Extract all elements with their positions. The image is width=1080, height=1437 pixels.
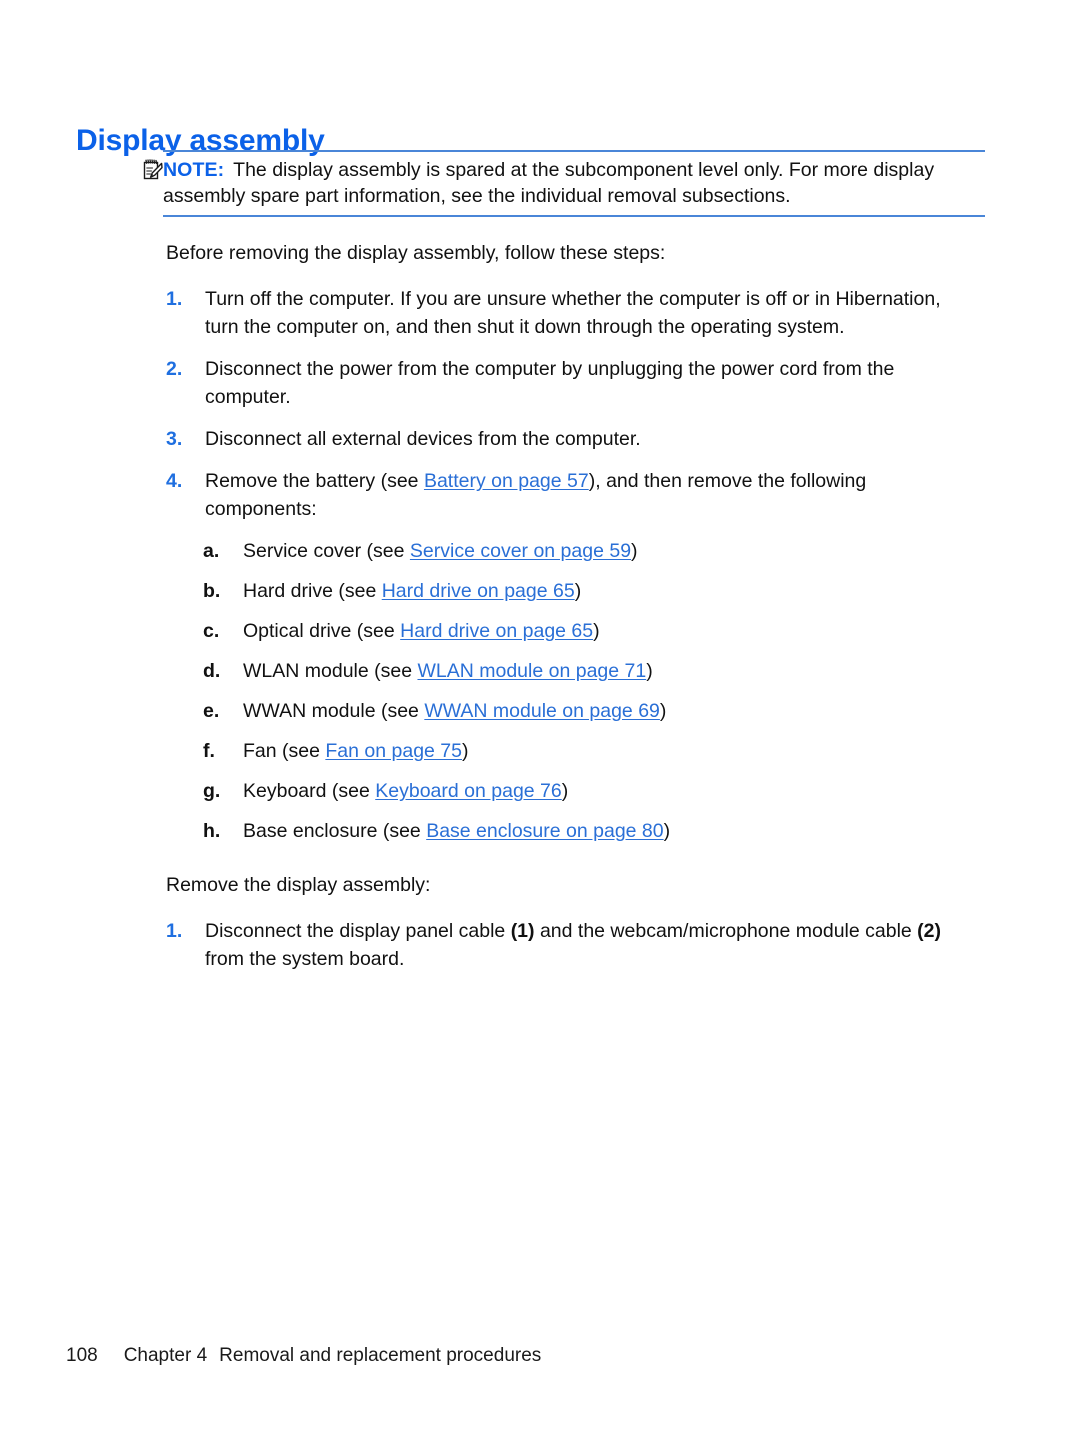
step-marker: 2.	[166, 358, 183, 380]
callout-cue-2: (2)	[917, 920, 942, 942]
component-marker: b.	[203, 580, 221, 602]
component-text-prefix: Optical drive (see	[243, 620, 401, 642]
component-marker: a.	[203, 540, 220, 562]
intro-paragraph: Before removing the display assembly, fo…	[166, 242, 666, 264]
component-text-prefix: Service cover (see	[243, 540, 410, 562]
component-text-suffix: )	[659, 700, 667, 722]
component-text-suffix: )	[631, 540, 638, 562]
link-service-cover[interactable]: Service cover on page 59	[410, 540, 631, 562]
footer-page-number: 108	[66, 1345, 98, 1366]
component-marker: c.	[203, 620, 220, 642]
list-item-component-b: b. Hard drive (see Hard drive on page 65)	[203, 577, 977, 605]
component-text-suffix: )	[593, 620, 600, 642]
note-pad-pencil-icon	[143, 159, 163, 181]
component-marker: e.	[203, 700, 220, 722]
component-text-suffix: )	[663, 820, 671, 842]
component-text-prefix: Keyboard (see	[243, 780, 376, 802]
component-text-suffix: )	[561, 780, 569, 802]
step-text: Disconnect all external devices from the…	[205, 428, 641, 450]
list-item-component-d: d. WLAN module (see WLAN module on page 7…	[203, 657, 977, 685]
list-item-step-3: 3. Disconnect all external devices from t…	[166, 425, 977, 453]
component-text-suffix: )	[574, 580, 582, 602]
link-wlan-module[interactable]: WLAN module on page 71	[417, 660, 646, 682]
step-marker: 3.	[166, 428, 183, 450]
step-marker: 4.	[166, 470, 183, 492]
note-admonition: NOTE: The display assembly is spared at t…	[143, 148, 985, 217]
component-text-prefix: Hard drive (see	[243, 580, 382, 602]
removal-text-part1: Disconnect the display panel cable	[205, 920, 511, 942]
step-marker: 1.	[166, 288, 183, 310]
link-optical-drive[interactable]: Hard drive on page 65	[400, 620, 593, 642]
link-fan[interactable]: Fan on page 75	[325, 740, 462, 762]
component-marker: d.	[203, 660, 221, 682]
component-text-suffix: )	[646, 660, 653, 682]
list-item-component-g: g. Keyboard (see Keyboard on page 76)	[203, 777, 977, 805]
step-marker: 1.	[166, 920, 183, 942]
removal-steps-list: 1. Disconnect the display panel cable (1)…	[0, 917, 1080, 973]
list-item-component-f: f. Fan (see Fan on page 75)	[203, 737, 977, 765]
note-text: The display assembly is spared at the su…	[163, 159, 935, 207]
page-footer: 108 Chapter 4 Removal and replacement proc…	[66, 1343, 541, 1369]
step-text-prefix: Remove the battery (see	[205, 470, 424, 492]
page-content: NOTE: The display assembly is spared at t…	[0, 148, 1080, 973]
step-text: Turn off the computer. If you are unsure…	[205, 288, 941, 338]
preparation-steps-list: 1. Turn off the computer. If you are unsu…	[0, 285, 1080, 845]
component-text-prefix: WLAN module (see	[243, 660, 418, 682]
list-item-component-a: a. Service cover (see Service cover on pa…	[203, 537, 977, 565]
removal-text-part3: from the system board.	[205, 948, 405, 970]
remove-instruction-paragraph: Remove the display assembly:	[166, 874, 431, 896]
removal-text-part2: and the webcam/microphone module cable	[534, 920, 918, 942]
component-marker: g.	[203, 780, 221, 802]
component-text-prefix: Fan (see	[243, 740, 326, 762]
document-page: Display assembly NOTE: The display assemb…	[0, 0, 1080, 1437]
list-item-removal-step-1: 1. Disconnect the display panel cable (1)…	[166, 917, 977, 973]
footer-chapter: Chapter 4	[123, 1345, 208, 1366]
list-item-step-4: 4. Remove the battery (see Battery on pag…	[166, 467, 977, 845]
note-label: NOTE:	[163, 159, 225, 181]
note-body: NOTE: The display assembly is spared at t…	[143, 152, 985, 213]
list-item-component-c: c. Optical drive (see Hard drive on page …	[203, 617, 977, 645]
link-hard-drive[interactable]: Hard drive on page 65	[382, 580, 575, 602]
component-text-prefix: WWAN module (see	[243, 700, 425, 722]
note-bottom-rule	[163, 215, 985, 217]
list-item-step-1: 1. Turn off the computer. If you are unsu…	[166, 285, 977, 341]
step-text: Disconnect the power from the computer b…	[205, 358, 895, 408]
component-marker: f.	[203, 740, 215, 762]
link-keyboard[interactable]: Keyboard on page 76	[375, 780, 562, 802]
list-item-component-h: h. Base enclosure (see Base enclosure on …	[203, 817, 977, 845]
footer-chapter-title: Removal and replacement procedures	[219, 1345, 542, 1366]
list-item-step-2: 2. Disconnect the power from the computer…	[166, 355, 977, 411]
components-sublist: a. Service cover (see Service cover on pa…	[203, 537, 977, 845]
link-wwan-module[interactable]: WWAN module on page 69	[424, 700, 660, 722]
link-base-enclosure[interactable]: Base enclosure on page 80	[426, 820, 663, 842]
callout-cue-1: (1)	[510, 920, 535, 942]
component-text-suffix: )	[462, 740, 469, 762]
component-text-prefix: Base enclosure (see	[243, 820, 427, 842]
link-battery[interactable]: Battery on page 57	[424, 470, 589, 492]
component-marker: h.	[203, 820, 221, 842]
list-item-component-e: e. WWAN module (see WWAN module on page 6…	[203, 697, 977, 725]
